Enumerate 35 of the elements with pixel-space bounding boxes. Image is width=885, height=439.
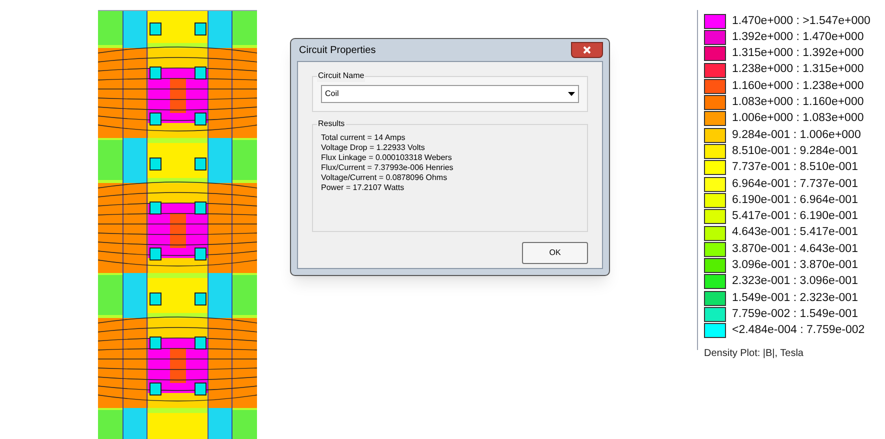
legend-range: 1.315e+000 : 1.392e+000 <box>732 46 864 62</box>
group-label: Circuit Name <box>317 70 366 82</box>
legend-range: 1.006e+000 : 1.083e+000 <box>732 111 864 126</box>
legend-range: 4.643e-001 : 5.417e-001 <box>732 225 858 240</box>
result-line: Voltage/Current = 0.0878096 Ohms <box>321 173 448 183</box>
legend-range: 9.284e-001 : 1.006e+000 <box>732 128 861 143</box>
dialog-title: Circuit Properties <box>298 44 377 58</box>
result-line: Flux Linkage = 0.000103318 Webers <box>321 153 453 163</box>
legend-range: 1.392e+000 : 1.470e+000 <box>732 30 864 45</box>
legend-range: 6.964e-001 : 7.737e-001 <box>732 176 858 192</box>
ok-button[interactable]: OK <box>522 242 588 264</box>
legend-range: 1.238e+000 : 1.315e+000 <box>732 62 864 78</box>
legend-range: 5.417e-001 : 6.190e-001 <box>732 209 858 224</box>
legend-range: 3.870e-001 : 4.643e-001 <box>732 242 858 257</box>
result-line: Flux/Current = 7.37993e-006 Henries <box>321 163 454 173</box>
result-line: Power = 17.2107 Watts <box>321 183 406 193</box>
legend-range: 7.737e-001 : 8.510e-001 <box>732 160 858 176</box>
legend-range: 1.083e+000 : 1.160e+000 <box>732 95 864 110</box>
close-button[interactable] <box>571 42 603 58</box>
legend-range: 2.323e-001 : 3.096e-001 <box>732 274 858 290</box>
result-line: Voltage Drop = 1.22933 Volts <box>321 143 426 153</box>
caret-icon <box>568 92 575 96</box>
legend-range: 1.470e+000 : >1.547e+000 <box>732 14 870 29</box>
legend-range: 8.510e-001 : 9.284e-001 <box>732 144 858 159</box>
dropdown-value: Coil <box>324 88 339 100</box>
legend-range: 1.160e+000 : 1.238e+000 <box>732 78 864 94</box>
legend-range: 3.096e-001 : 3.870e-001 <box>732 258 858 273</box>
legend-range: 6.190e-001 : 6.964e-001 <box>732 192 858 208</box>
legend-caption: Density Plot: |B|, Tesla <box>704 346 804 361</box>
close-icon <box>583 46 591 54</box>
result-line: Total current = 14 Amps <box>321 133 406 143</box>
legend-range: <2.484e-004 : 7.759e-002 <box>732 323 865 338</box>
legend-range: 7.759e-002 : 1.549e-001 <box>732 306 858 322</box>
circuit-name-dropdown[interactable]: Coil <box>321 85 579 103</box>
legend-range: 1.549e-001 : 2.323e-001 <box>732 290 858 306</box>
